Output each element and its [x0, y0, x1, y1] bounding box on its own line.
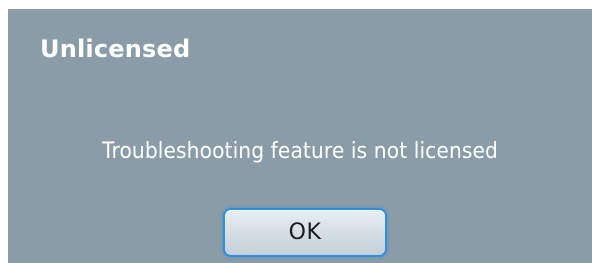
ok-button[interactable]: OK — [223, 208, 387, 257]
dialog-title: Unlicensed — [40, 35, 191, 63]
ok-button-label: OK — [288, 220, 322, 245]
unlicensed-dialog: Unlicensed Troubleshooting feature is no… — [8, 9, 592, 263]
dialog-message: Troubleshooting feature is not licensed — [101, 139, 498, 164]
